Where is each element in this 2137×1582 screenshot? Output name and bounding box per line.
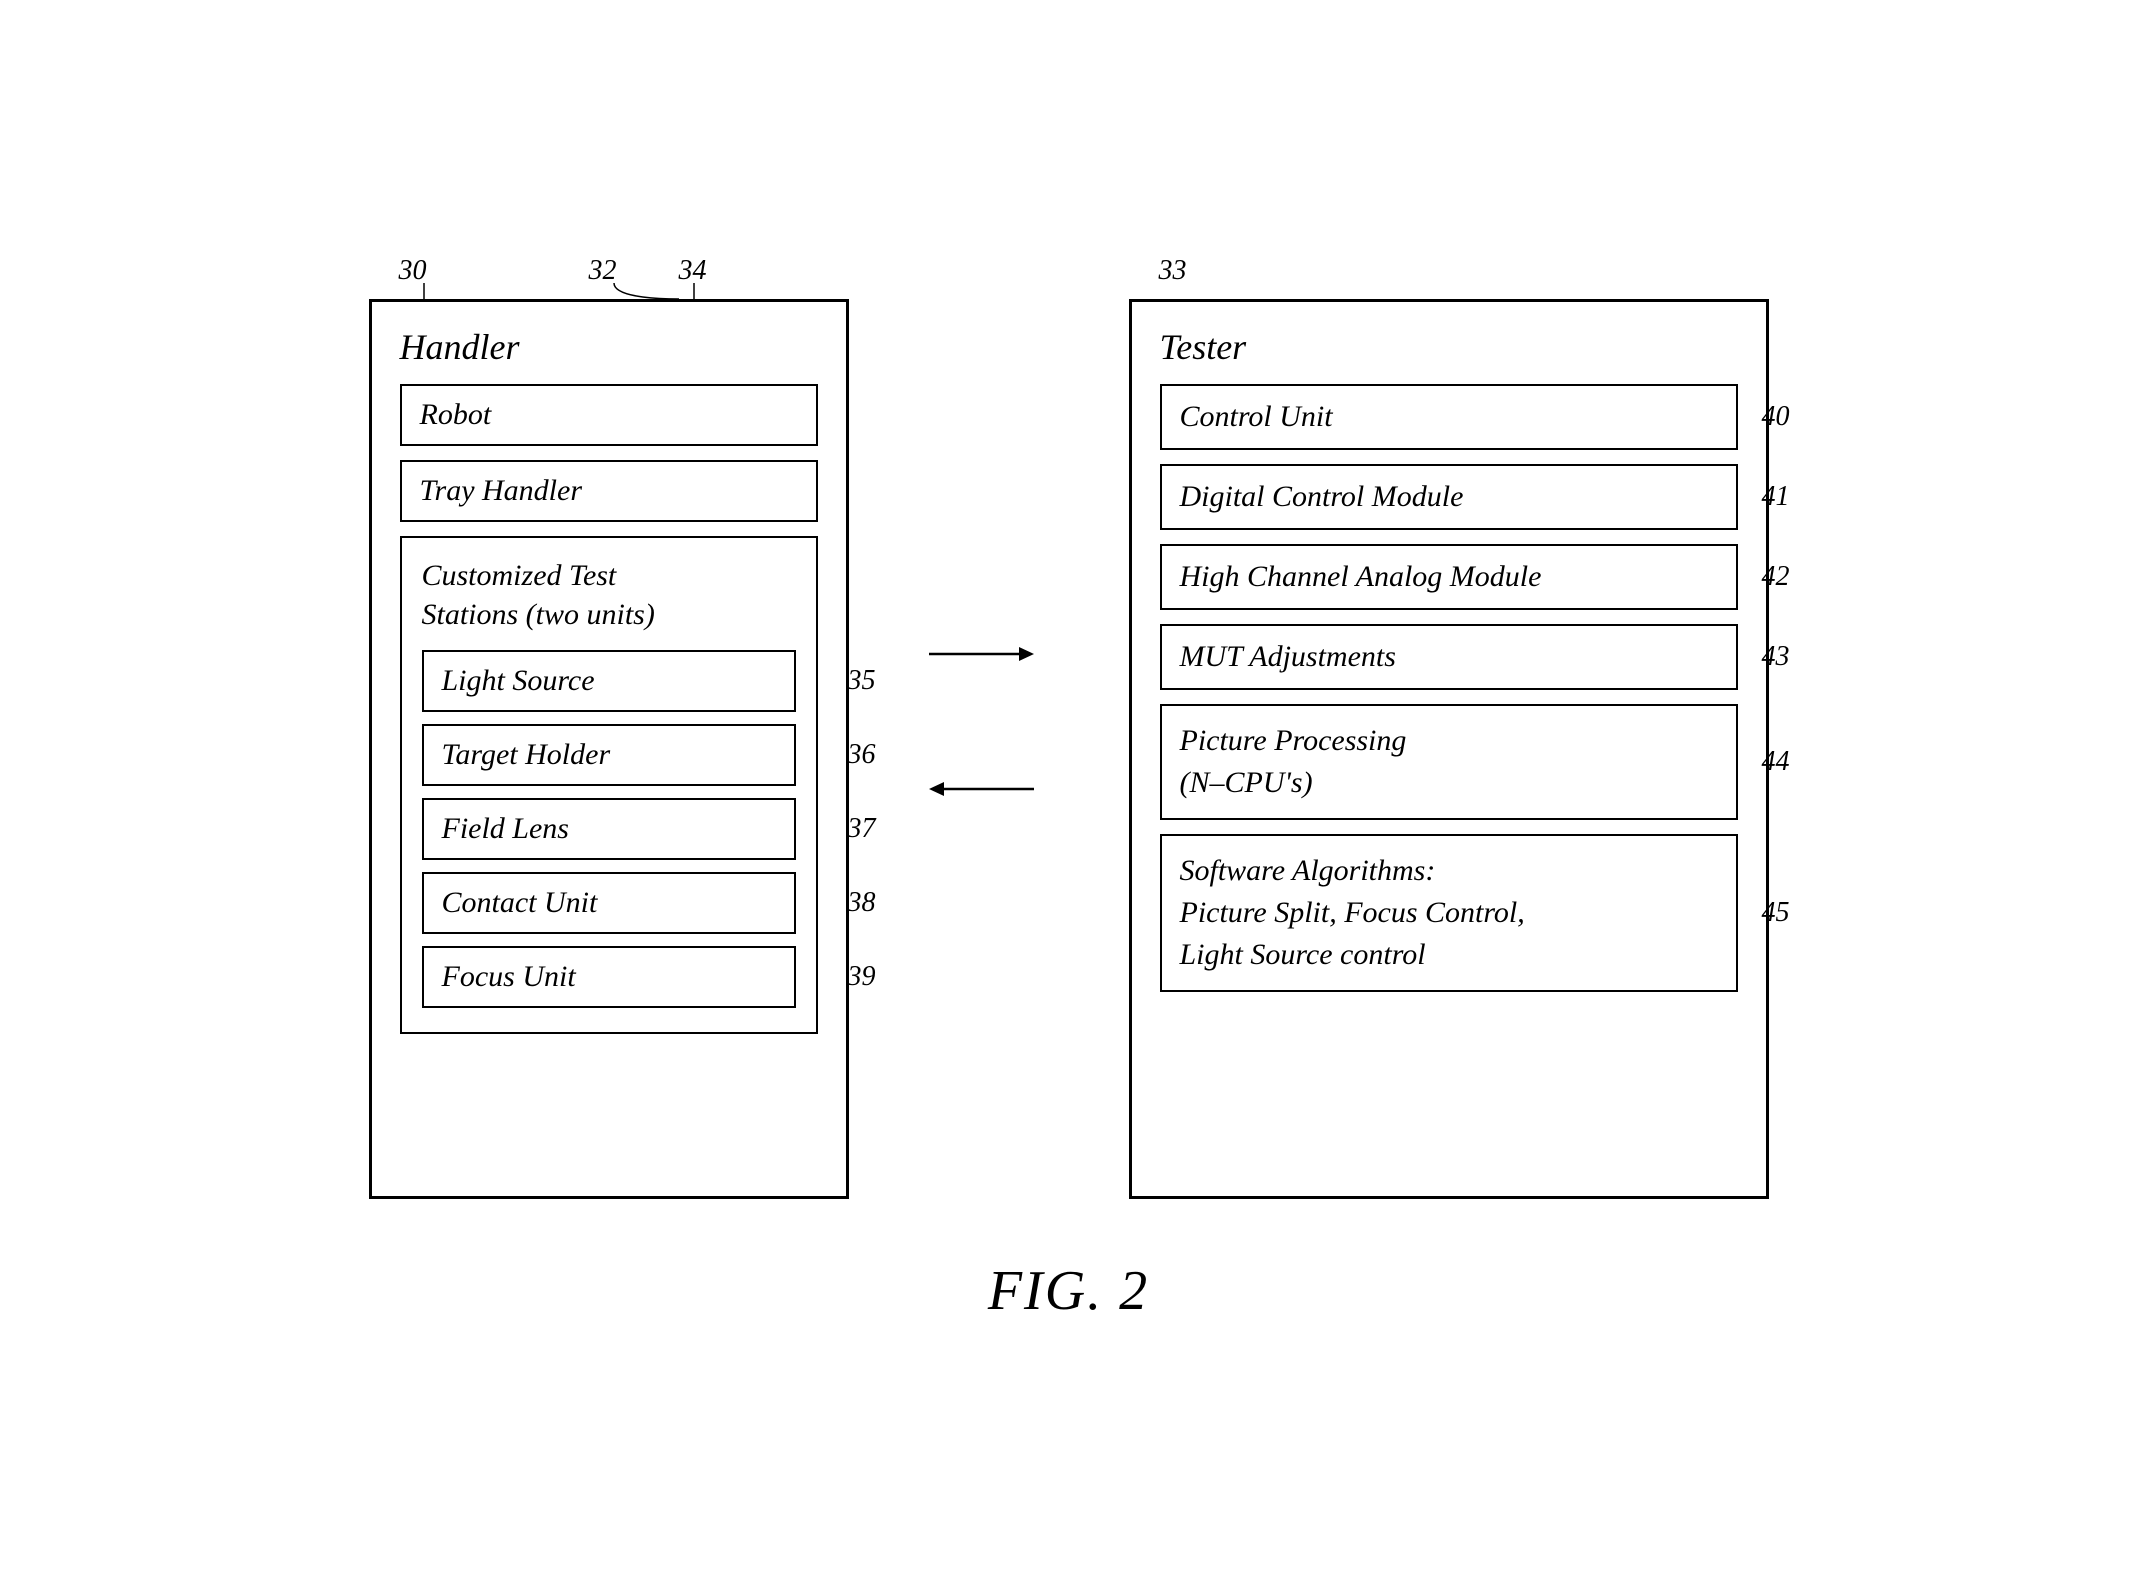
figure-caption: FIG. 2 xyxy=(988,1259,1149,1323)
handler-panel: Handler Robot Tray Handler Customized Te… xyxy=(369,299,849,1199)
high-channel-analog-module-box: High Channel Analog Module xyxy=(1160,544,1738,610)
arrows-svg xyxy=(929,299,1049,1199)
digital-control-module-box: Digital Control Module xyxy=(1160,464,1738,530)
mut-adjustments-box: MUT Adjustments xyxy=(1160,624,1738,690)
picture-processing-box: Picture Processing(N–CPU's) xyxy=(1160,704,1738,820)
ref-36: 36 xyxy=(848,739,876,771)
tag-33: 33 xyxy=(1159,255,1187,287)
ref-43: 43 xyxy=(1762,641,1790,673)
ref-37: 37 xyxy=(848,813,876,845)
contact-unit-box: Contact Unit xyxy=(422,872,796,934)
control-unit-box: Control Unit xyxy=(1160,384,1738,450)
customized-test-stations-panel: Customized Test Stations (two units) Lig… xyxy=(400,536,818,1034)
tray-handler-box: Tray Handler xyxy=(400,460,818,522)
ref-35: 35 xyxy=(848,665,876,697)
ref-45: 45 xyxy=(1762,897,1790,929)
connector-area xyxy=(929,299,1049,1199)
tester-panel: Tester Control Unit 40 Digital Control M… xyxy=(1129,299,1769,1199)
handler-label: Handler xyxy=(400,326,818,368)
software-algorithms-box: Software Algorithms:Picture Split, Focus… xyxy=(1160,834,1738,992)
tester-label: Tester xyxy=(1160,326,1738,368)
tag-brackets xyxy=(369,255,849,305)
ref-42: 42 xyxy=(1762,561,1790,593)
ref-40: 40 xyxy=(1762,401,1790,433)
ref-41: 41 xyxy=(1762,481,1790,513)
target-holder-box: Target Holder xyxy=(422,724,796,786)
light-source-box: Light Source xyxy=(422,650,796,712)
robot-box: Robot xyxy=(400,384,818,446)
ref-44: 44 xyxy=(1762,746,1790,778)
ref-38: 38 xyxy=(848,887,876,919)
field-lens-box: Field Lens xyxy=(422,798,796,860)
focus-unit-box: Focus Unit xyxy=(422,946,796,1008)
ref-39: 39 xyxy=(848,961,876,993)
inner-panel-label: Customized Test Stations (two units) xyxy=(422,556,796,634)
